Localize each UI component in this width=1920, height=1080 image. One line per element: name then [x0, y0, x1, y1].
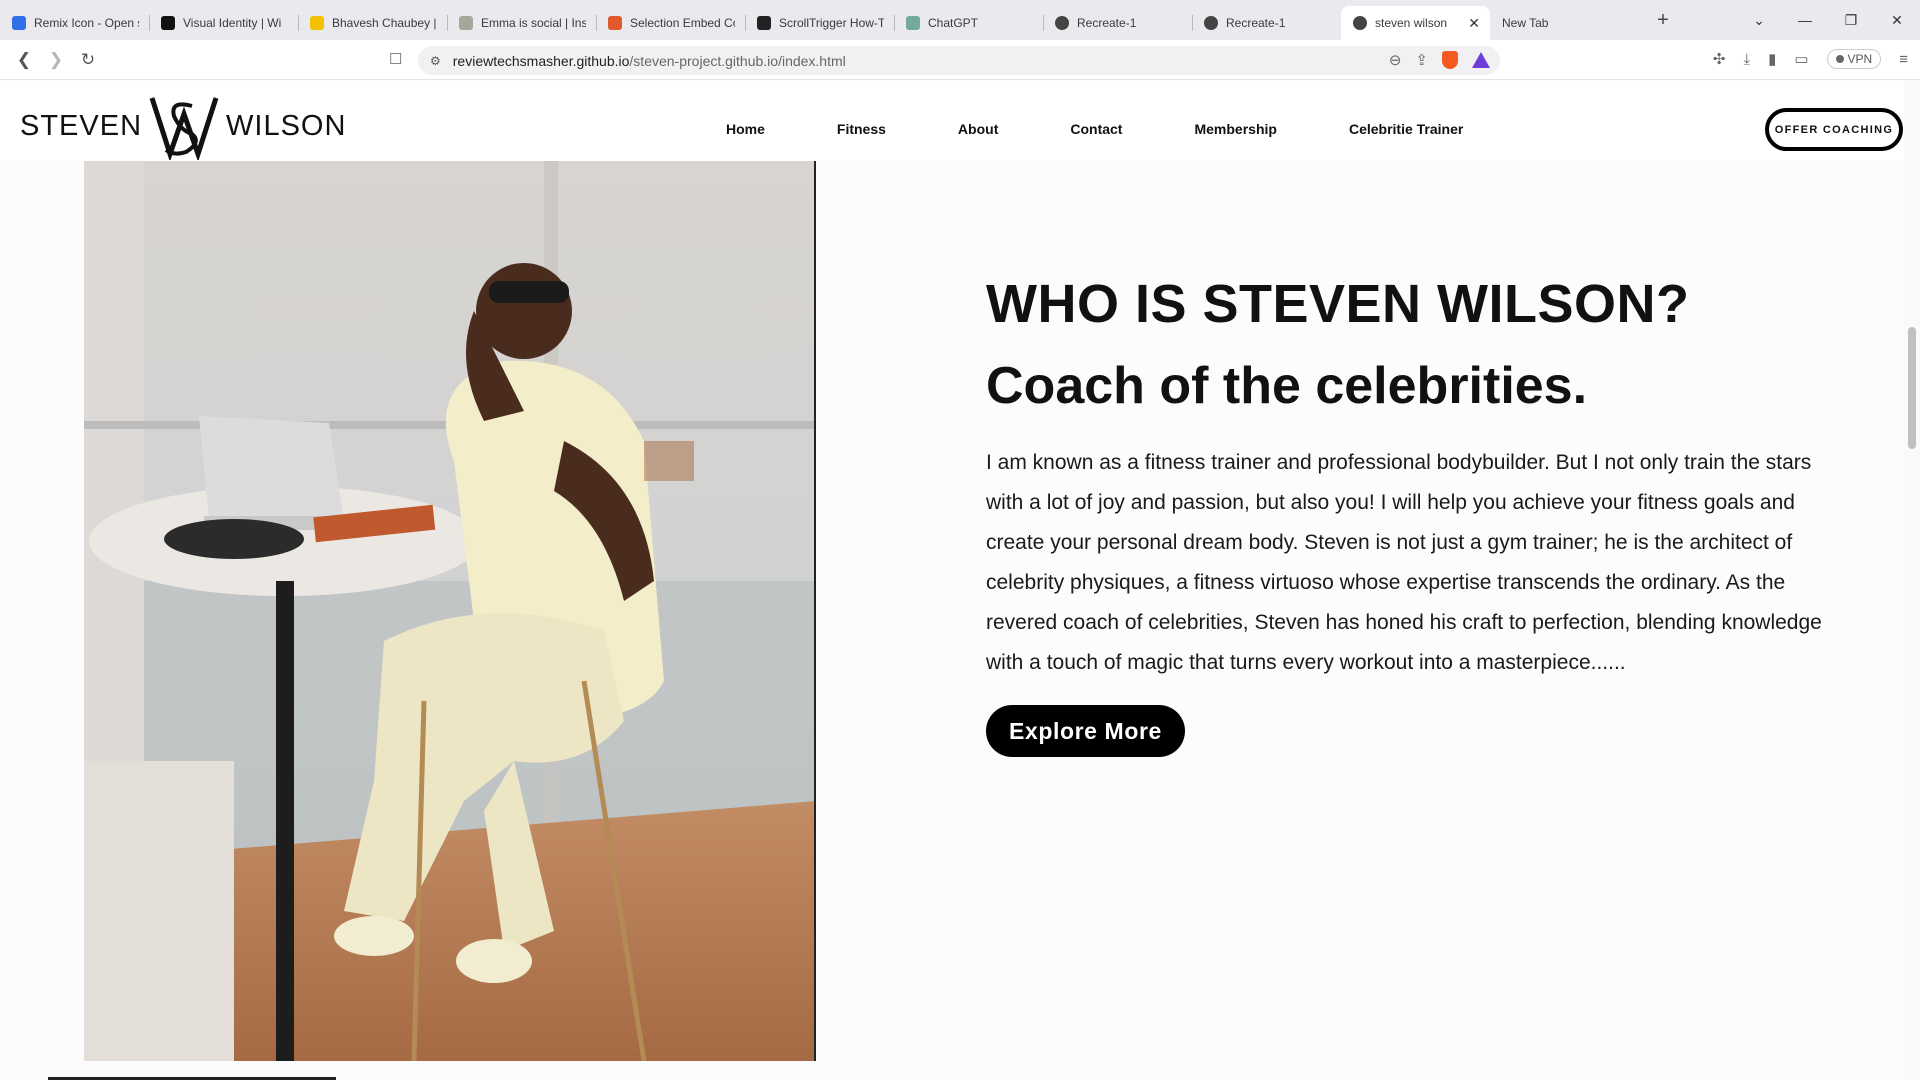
downloads-icon[interactable]: ⤓ — [1743, 51, 1750, 68]
nav-contact[interactable]: Contact — [1070, 121, 1122, 137]
window-controls: ⌄ — ❐ ✕ — [1736, 0, 1920, 40]
hero-photo — [84, 161, 816, 1061]
explore-more-button[interactable]: Explore More — [986, 705, 1185, 757]
back-icon[interactable]: ❮ — [8, 50, 40, 70]
tab-favicon-icon — [161, 16, 175, 30]
browser-tab-strip: Remix Icon - Open s Visual Identity | Wi… — [0, 0, 1920, 40]
tab-favicon-icon — [757, 16, 771, 30]
menu-icon[interactable]: ≡ — [1899, 51, 1908, 68]
forward-icon[interactable]: ❯ — [40, 50, 72, 70]
browser-tab[interactable]: Selection Embed Co — [596, 6, 745, 40]
about-section: WHO IS STEVEN WILSON? Coach of the celeb… — [986, 271, 1828, 757]
zoom-icon[interactable]: ⊖ — [1389, 51, 1402, 69]
page-title: WHO IS STEVEN WILSON? — [986, 274, 1690, 334]
subtitle: Coach of the celebrities. — [986, 357, 1588, 415]
share-icon[interactable]: ⇪ — [1415, 51, 1428, 69]
vpn-status-icon — [1835, 55, 1844, 63]
tab-favicon-icon — [906, 16, 920, 30]
tab-favicon-icon — [12, 16, 26, 30]
url-text[interactable]: reviewtechsmasher.github.io/steven-proje… — [453, 53, 846, 69]
restore-icon[interactable]: ❐ — [1828, 12, 1874, 29]
web-page: STEVEN WILSON Home Fitness About Contact… — [0, 81, 1904, 1080]
browser-tab[interactable]: New Tab — [1490, 6, 1639, 40]
tab-favicon-icon — [1204, 16, 1218, 30]
browser-tab[interactable]: ScrollTrigger How-T — [745, 6, 894, 40]
tab-favicon-icon — [1055, 16, 1069, 30]
sw-monogram-icon — [146, 92, 222, 162]
photo-illustration — [84, 161, 814, 1061]
tab-list-chevron-icon[interactable]: ⌄ — [1736, 12, 1782, 29]
vpn-button[interactable]: VPN — [1826, 49, 1882, 69]
site-logo[interactable]: STEVEN WILSON — [20, 91, 346, 162]
brave-rewards-icon[interactable] — [1472, 52, 1490, 68]
site-header: STEVEN WILSON Home Fitness About Contact… — [0, 81, 1904, 162]
browser-tab-active[interactable]: steven wilson ✕ — [1341, 6, 1490, 40]
browser-tab[interactable]: Bhavesh Chaubey | — [298, 6, 447, 40]
tab-favicon-icon — [608, 16, 622, 30]
browser-tab[interactable]: ChatGPT — [894, 6, 1043, 40]
bookmark-icon[interactable]: ☐ — [389, 50, 402, 68]
nav-home[interactable]: Home — [726, 121, 765, 137]
extensions-icon[interactable]: ✣ — [1713, 50, 1726, 68]
close-tab-icon[interactable]: ✕ — [1468, 15, 1480, 32]
browser-tab[interactable]: Remix Icon - Open s — [0, 6, 149, 40]
site-info-icon[interactable]: ⚙ — [430, 54, 441, 68]
browser-tab[interactable]: Emma is social | Ins — [447, 6, 596, 40]
reload-icon[interactable]: ↻ — [72, 50, 104, 70]
about-paragraph: I am known as a fitness trainer and prof… — [986, 451, 1822, 674]
tab-favicon-icon — [310, 16, 324, 30]
minimize-icon[interactable]: — — [1782, 12, 1828, 28]
browser-toolbar: ❮ ❯ ↻ ☐ ⚙ reviewtechsmasher.github.io/st… — [0, 40, 1920, 80]
browser-tab[interactable]: Recreate-1 — [1043, 6, 1192, 40]
nav-membership[interactable]: Membership — [1194, 121, 1276, 137]
tab-favicon-icon — [1353, 16, 1367, 30]
nav-celebrity-trainer[interactable]: Celebritie Trainer — [1349, 121, 1463, 137]
main-nav: Home Fitness About Contact Membership Ce… — [726, 121, 1463, 137]
nav-fitness[interactable]: Fitness — [837, 121, 886, 137]
offer-coaching-button[interactable]: OFFER COACHING — [1765, 108, 1903, 151]
tab-favicon-icon — [459, 16, 473, 30]
address-bar[interactable]: ⚙ reviewtechsmasher.github.io/steven-pro… — [418, 46, 1500, 75]
scrollbar-thumb[interactable] — [1908, 327, 1916, 449]
wallet-icon[interactable]: ▭ — [1794, 50, 1808, 68]
sidebar-icon[interactable]: ▮ — [1768, 50, 1776, 68]
close-window-icon[interactable]: ✕ — [1874, 12, 1920, 29]
page-scrollbar[interactable] — [1904, 81, 1920, 1080]
brave-shields-icon[interactable] — [1442, 51, 1458, 69]
browser-tab[interactable]: Recreate-1 — [1192, 6, 1341, 40]
nav-about[interactable]: About — [958, 121, 998, 137]
new-tab-button[interactable]: + — [1643, 9, 1683, 32]
browser-tab[interactable]: Visual Identity | Wi — [149, 6, 298, 40]
